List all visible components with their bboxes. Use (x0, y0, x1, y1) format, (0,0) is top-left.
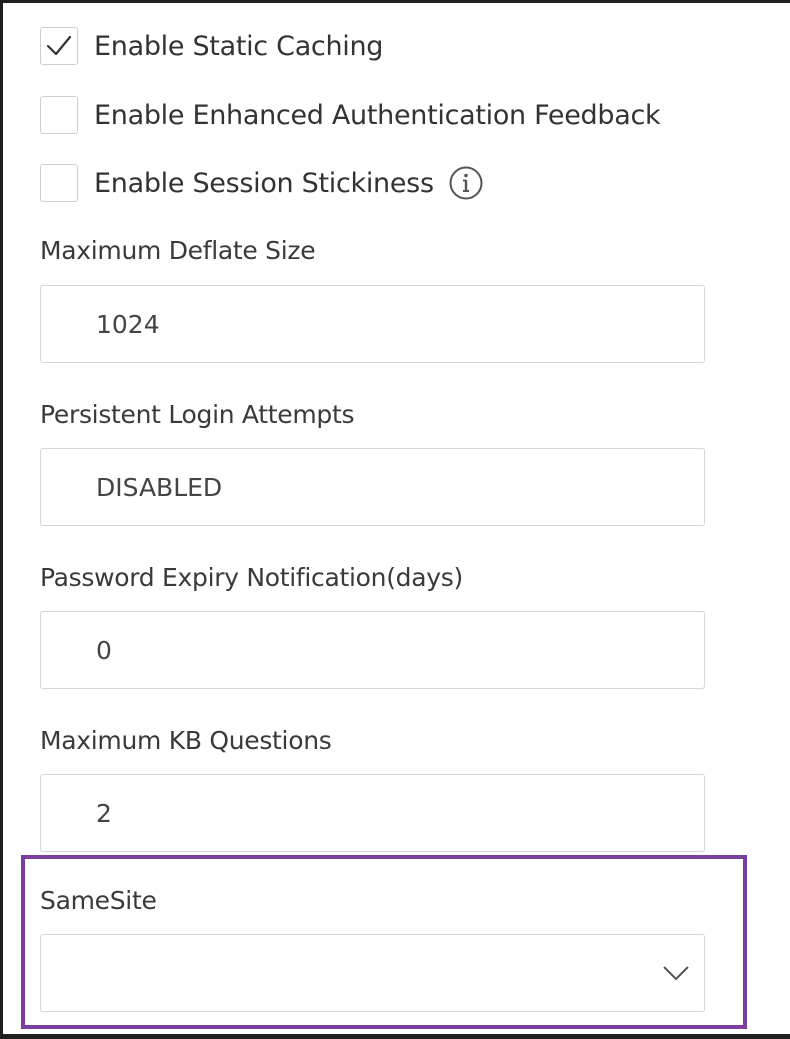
checkmark-icon (46, 35, 72, 56)
persistent-login-attempts-label: Persistent Login Attempts (40, 400, 355, 429)
enhanced-auth-feedback-checkbox[interactable] (40, 96, 78, 134)
static-caching-checkbox[interactable] (40, 27, 78, 65)
password-expiry-notification-label: Password Expiry Notification(days) (40, 563, 463, 592)
session-stickiness-label: Enable Session Stickiness (94, 167, 434, 199)
samesite-label: SameSite (40, 886, 157, 915)
max-kb-questions-input[interactable] (40, 774, 705, 852)
static-caching-label: Enable Static Caching (94, 30, 384, 62)
password-expiry-notification-input[interactable] (40, 611, 705, 689)
max-kb-questions-label: Maximum KB Questions (40, 726, 332, 755)
enhanced-auth-feedback-row[interactable]: Enable Enhanced Authentication Feedback (40, 95, 661, 135)
session-stickiness-row[interactable]: Enable Session Stickiness (40, 163, 484, 203)
max-deflate-size-label: Maximum Deflate Size (40, 236, 316, 265)
static-caching-row[interactable]: Enable Static Caching (40, 26, 383, 66)
samesite-select[interactable] (40, 934, 705, 1012)
persistent-login-attempts-input[interactable] (40, 448, 705, 526)
chevron-down-icon (663, 966, 689, 981)
max-deflate-size-input[interactable] (40, 285, 705, 363)
session-stickiness-checkbox[interactable] (40, 164, 78, 202)
enhanced-auth-feedback-label: Enable Enhanced Authentication Feedback (94, 99, 661, 131)
info-icon[interactable] (448, 165, 484, 201)
